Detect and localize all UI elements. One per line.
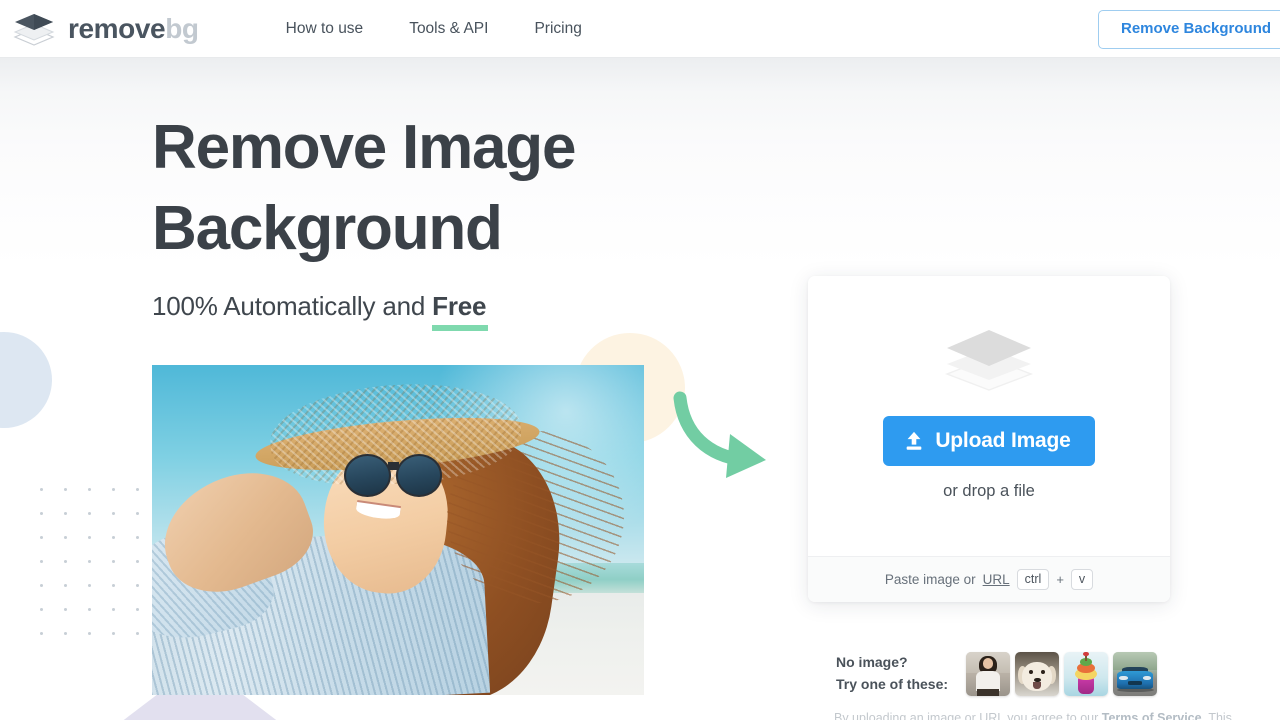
thumb-cup	[1078, 677, 1094, 695]
thumb-shirt	[975, 671, 1001, 691]
photo-sunglasses-bridge	[388, 462, 399, 470]
page-subtitle: 100% Automatically and Free	[152, 291, 575, 322]
thumb-pants	[977, 688, 999, 696]
nav-item-pricing[interactable]: Pricing	[511, 12, 604, 46]
sample-thumbnail-woman[interactable]	[966, 652, 1011, 696]
brand-logo-link[interactable]: removebg	[12, 12, 199, 46]
photo-sunglasses-left	[343, 454, 391, 497]
key-v: v	[1070, 568, 1094, 591]
stacked-layers-icon	[13, 13, 55, 46]
upload-icon	[907, 431, 922, 450]
sample-label-line-1: No image?	[836, 654, 908, 671]
thumb-nose	[1033, 677, 1041, 683]
thumb-headlight-right	[1142, 675, 1152, 681]
main-navigation: How to use Tools & API Pricing	[263, 12, 605, 46]
nav-item-tools-api[interactable]: Tools & API	[386, 12, 511, 46]
sample-images-label: No image? Try one of these:	[836, 652, 948, 695]
thumb-grille	[1127, 681, 1143, 686]
header-actions: Remove Background	[1098, 10, 1280, 49]
paste-footer: Paste image or URL ctrl + v	[808, 556, 1170, 602]
brand-name-secondary: bg	[165, 12, 199, 44]
terms-text-before: By uploading an image or URL you agree t…	[834, 711, 1102, 720]
curved-arrow-right-icon	[670, 390, 780, 487]
sample-label-line-2: Try one of these:	[836, 676, 949, 692]
page-subtitle-prefix: 100% Automatically and	[152, 291, 433, 322]
brand-name-primary: remove	[68, 12, 166, 44]
page-title: Remove Image Background	[152, 108, 576, 269]
site-header: removebg How to use Tools & API Pricing …	[0, 0, 1280, 58]
stacked-layers-icon	[945, 329, 1033, 391]
upload-image-button-label: Upload Image	[935, 428, 1071, 452]
sample-thumbnail-list	[966, 652, 1158, 696]
sample-thumbnail-dessert[interactable]	[1064, 652, 1109, 696]
thumb-face	[982, 658, 994, 669]
page-subtitle-highlight: Free	[432, 291, 487, 322]
remove-background-button[interactable]: Remove Background	[1098, 10, 1280, 49]
terms-notice: By uploading an image or URL you agree t…	[834, 709, 1234, 720]
key-plus: +	[1056, 572, 1064, 587]
drop-file-hint: or drop a file	[943, 481, 1035, 500]
upload-image-button[interactable]: Upload Image	[883, 415, 1095, 466]
sample-thumbnail-car[interactable]	[1113, 652, 1158, 696]
hero-example-photo	[152, 365, 644, 695]
terms-of-service-link[interactable]: Terms of Service	[1102, 711, 1202, 720]
key-ctrl: ctrl	[1016, 568, 1050, 591]
paste-label: Paste image or	[884, 572, 976, 587]
paste-url-link[interactable]: URL	[983, 572, 1010, 587]
upload-card-body[interactable]: Upload Image or drop a file	[808, 276, 1170, 556]
thumb-headlight-left	[1118, 675, 1128, 681]
terms-text-after: . This site is	[1201, 711, 1234, 720]
sample-thumbnail-dog[interactable]	[1015, 652, 1060, 696]
page-title-line-1: Remove Image	[152, 113, 576, 182]
hero-section: Remove Image Background 100% Automatical…	[152, 108, 576, 322]
brand-wordmark: removebg	[68, 12, 199, 44]
nav-item-how-to-use[interactable]: How to use	[263, 12, 387, 46]
photo-sunglasses-right	[395, 454, 443, 497]
sample-images-section: No image? Try one of these:	[836, 652, 1158, 696]
page-title-line-2: Background	[152, 193, 503, 263]
upload-card: Upload Image or drop a file Paste image …	[808, 276, 1170, 602]
